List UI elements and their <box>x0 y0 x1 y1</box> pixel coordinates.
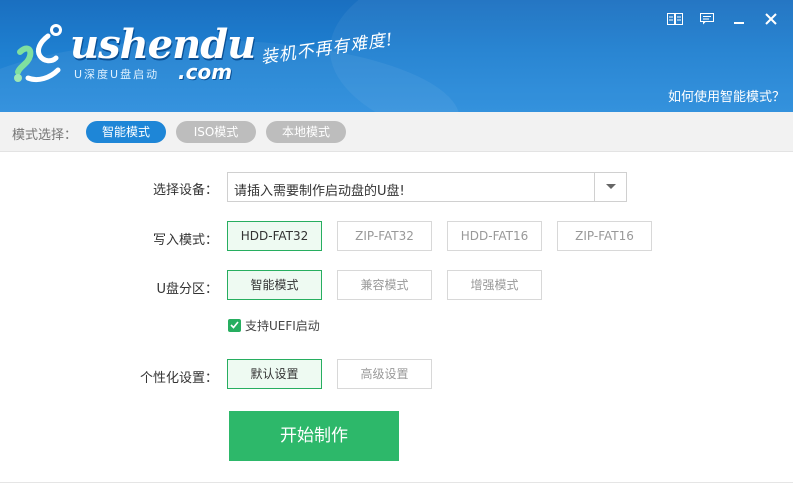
partition-label: U盘分区： <box>156 282 218 297</box>
chevron-down-icon[interactable] <box>594 173 626 201</box>
mode-tab-local[interactable]: 本地模式 <box>266 121 346 143</box>
uefi-option[interactable]: 支持UEFI启动 <box>228 317 320 333</box>
partition-compatible[interactable]: 兼容模式 <box>337 270 432 300</box>
logo-mark-icon <box>14 24 62 83</box>
minimize-icon[interactable] <box>723 8 755 30</box>
write-mode-hdd-fat16[interactable]: HDD-FAT16 <box>447 221 542 251</box>
logo-subtitle: U深度U盘启动 <box>74 68 160 81</box>
device-select[interactable]: 请插入需要制作启动盘的U盘! <box>227 172 627 202</box>
help-link[interactable]: 如何使用智能模式？ <box>668 86 785 105</box>
write-mode-zip-fat32[interactable]: ZIP-FAT32 <box>337 221 432 251</box>
start-button[interactable]: 开始制作 <box>229 411 399 461</box>
partition-smart[interactable]: 智能模式 <box>227 270 322 300</box>
personal-default[interactable]: 默认设置 <box>227 359 322 389</box>
mode-tab-iso[interactable]: ISO模式 <box>176 121 256 143</box>
device-select-value: 请插入需要制作启动盘的U盘! <box>234 184 405 199</box>
uefi-checkbox[interactable] <box>228 318 241 332</box>
mode-bar-label: 模式选择： <box>12 128 78 143</box>
personal-advanced[interactable]: 高级设置 <box>337 359 432 389</box>
mode-bar: 模式选择： 智能模式 ISO模式 本地模式 <box>0 112 793 152</box>
write-mode-zip-fat16[interactable]: ZIP-FAT16 <box>557 221 652 251</box>
app-header: ushendu U深度U盘启动 .com 装机不再有难度! 如何使用智能模式？ <box>0 0 793 112</box>
partition-enhanced[interactable]: 增强模式 <box>447 270 542 300</box>
logo-domain: .com <box>178 60 233 84</box>
message-icon[interactable] <box>691 8 723 30</box>
close-icon[interactable] <box>755 8 787 30</box>
book-icon[interactable] <box>659 8 691 30</box>
write-mode-label: 写入模式： <box>152 233 218 248</box>
divider <box>0 482 793 483</box>
uefi-label: 支持UEFI启动 <box>245 318 320 333</box>
device-label: 选择设备： <box>152 183 218 198</box>
mode-tab-smart[interactable]: 智能模式 <box>86 121 166 143</box>
write-mode-hdd-fat32[interactable]: HDD-FAT32 <box>227 221 322 251</box>
window-controls <box>659 8 787 30</box>
personal-settings-label: 个性化设置： <box>139 371 218 386</box>
